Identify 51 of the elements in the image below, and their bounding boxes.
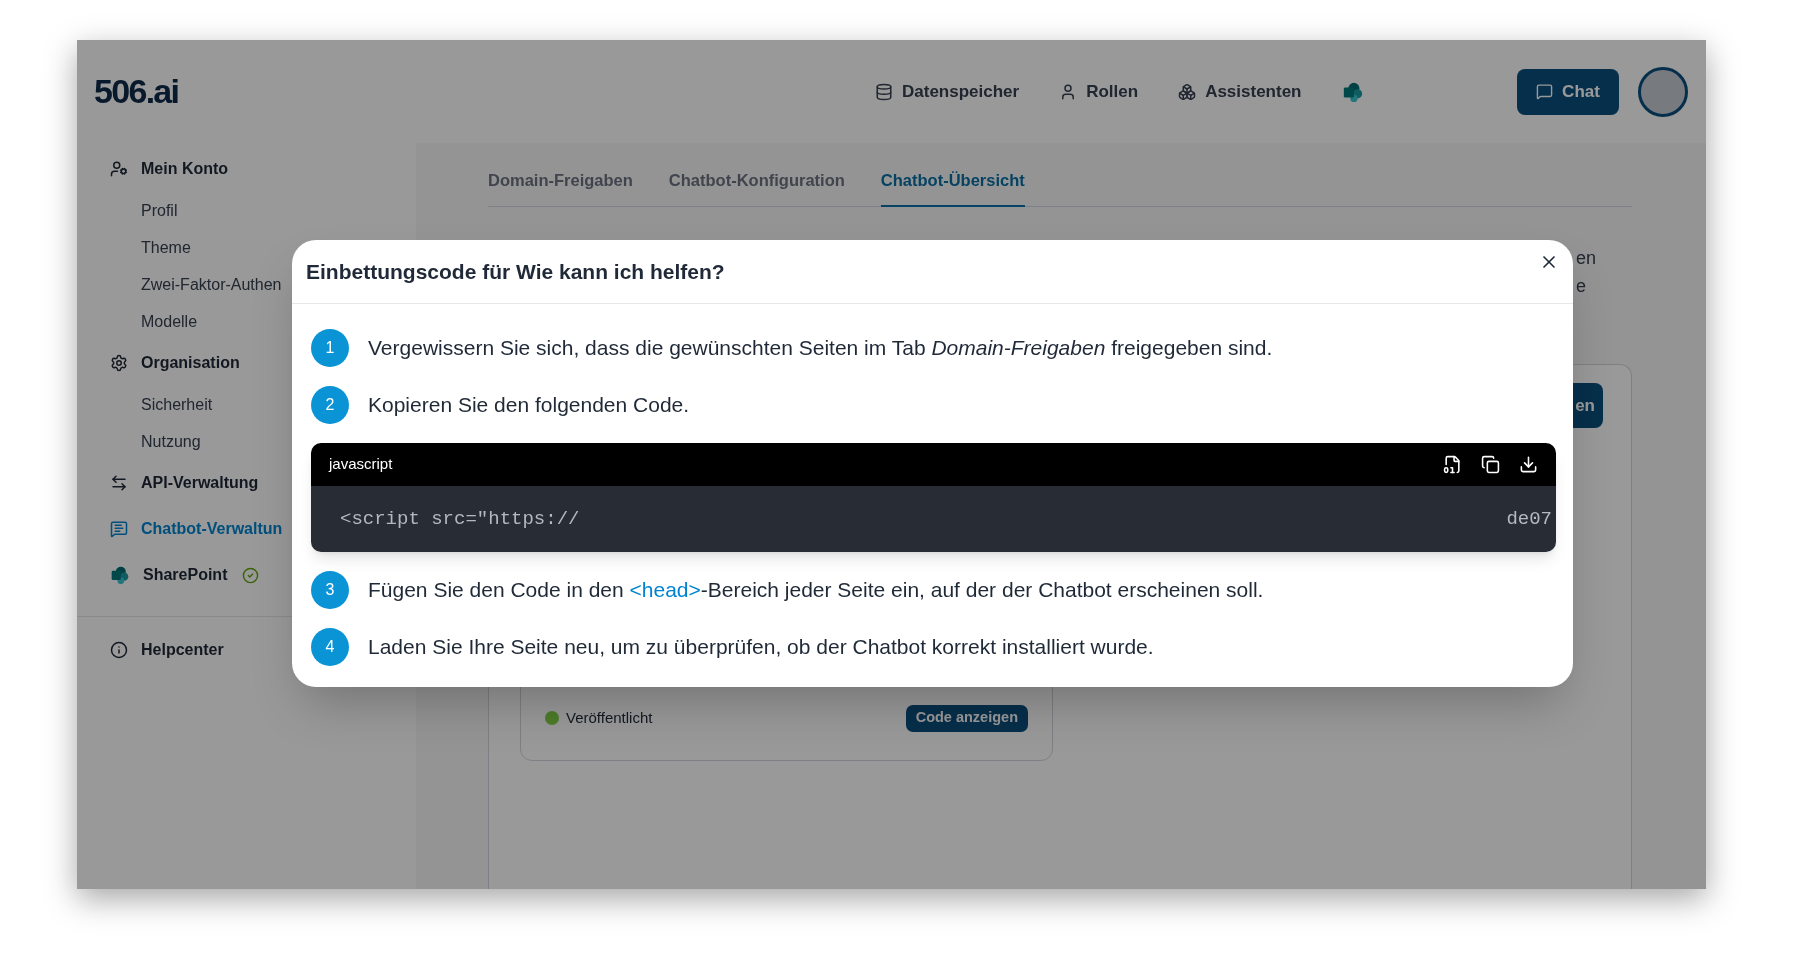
sidebar-subitem[interactable]: Zwei-Faktor-Authen (141, 272, 282, 297)
binary-file-button[interactable] (1443, 455, 1462, 474)
boxes-icon (1178, 82, 1197, 101)
sidebar-item[interactable]: API-Verwaltung (141, 471, 259, 495)
step-number: 2 (311, 386, 349, 424)
description-text: en (1576, 246, 1598, 270)
sidebar-subitem[interactable]: Modelle (141, 309, 198, 334)
user-gear-icon (110, 160, 128, 178)
description-text: e (1576, 274, 1587, 298)
step-text: Laden Sie Ihre Seite neu, um zu überprüfen, ob der Chatbot korrekt installiert wurde. (368, 634, 1154, 661)
sharepoint-button[interactable] (1341, 80, 1364, 103)
tab[interactable]: Chatbot-Übersicht (880, 168, 1025, 207)
status-label: Veröffentlicht (566, 708, 653, 728)
step-text: Vergewissern Sie sich, dass die gewünschten Seiten im Tab Domain-Freigaben freigegeben sind. (368, 335, 1273, 362)
logo[interactable]: 506.ai (94, 72, 179, 110)
avatar[interactable] (1638, 66, 1688, 117)
show-code-button[interactable]: Code anzeigen (905, 704, 1028, 732)
chat-button[interactable]: Chat (1517, 68, 1619, 115)
sidebar-subitem[interactable]: Profil (141, 198, 178, 223)
arrows-icon (110, 474, 128, 492)
code-text: <script src="https:// (340, 506, 580, 532)
sidebar-item[interactable]: Mein Konto (141, 157, 229, 181)
database-icon (875, 82, 893, 101)
step-number: 4 (311, 628, 349, 666)
sidebar-item[interactable]: Chatbot-Verwaltun (141, 517, 283, 541)
code-language: javascript (329, 454, 393, 475)
sidebar-subitem[interactable]: Sicherheit (141, 392, 213, 417)
code-text: de07 (1506, 506, 1552, 532)
download-button[interactable] (1519, 455, 1538, 474)
nav-link[interactable]: Datenspeicher (875, 78, 1020, 105)
chat-bubble-icon (1536, 83, 1554, 100)
sidebar-subitem[interactable]: Theme (141, 235, 191, 260)
chat-icon (110, 520, 128, 538)
sidebar-item[interactable]: Organisation (141, 351, 240, 375)
tab[interactable]: Chatbot-Konfiguration (668, 168, 845, 207)
tab[interactable]: Domain-Freigaben (488, 168, 633, 207)
sidebar-subitem[interactable]: Nutzung (141, 429, 201, 454)
dialog-title: Einbettungscode für Wie kann ich helfen? (306, 258, 725, 285)
sidebar-item[interactable]: SharePoint (143, 563, 228, 587)
step-number: 1 (311, 329, 349, 367)
nav-link[interactable]: Rollen (1059, 78, 1139, 105)
step-text: Fügen Sie den Code in den <head>-Bereich jeder Seite ein, auf der der Chatbot erscheinen soll. (368, 577, 1264, 604)
step-number: 3 (311, 571, 349, 609)
sidebar-item[interactable]: Helpcenter (141, 638, 224, 662)
sharepoint-icon (1341, 80, 1364, 103)
nav-link[interactable]: Assistenten (1178, 78, 1302, 105)
info-icon (110, 641, 128, 659)
copy-button[interactable] (1481, 455, 1500, 474)
sharepoint-icon (110, 565, 130, 585)
settings-icon (110, 354, 128, 372)
step-text: Kopieren Sie den folgenden Code. (368, 392, 690, 419)
